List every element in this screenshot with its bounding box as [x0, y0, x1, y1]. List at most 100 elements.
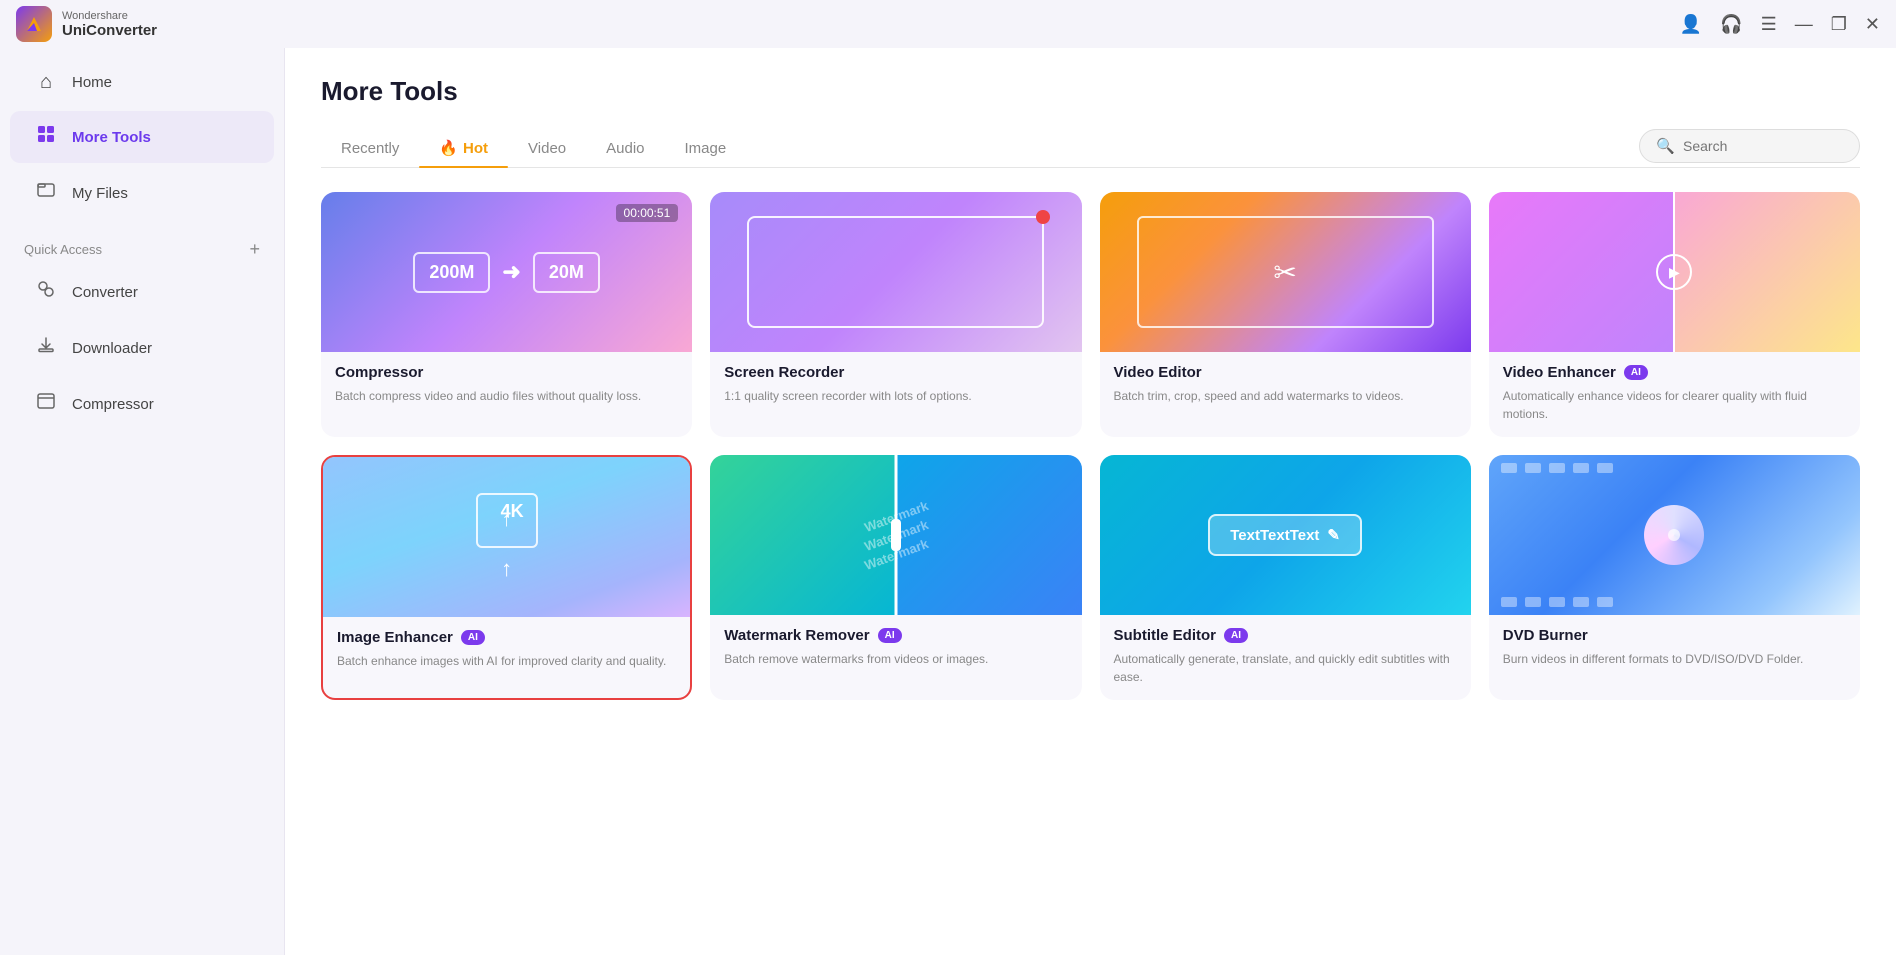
sidebar-item-downloader-label: Downloader	[72, 340, 152, 357]
compressor-icon	[34, 391, 58, 417]
sidebar-item-my-files[interactable]: My Files	[10, 167, 274, 219]
tool-card-dvd-burner[interactable]: DVD Burner Burn videos in different form…	[1489, 455, 1860, 700]
film-hole	[1573, 597, 1589, 607]
editor-visual: ✂	[1137, 216, 1434, 328]
enh-box: ↑	[476, 493, 538, 548]
film-hole	[1597, 463, 1613, 473]
enhancer-left	[1489, 192, 1675, 352]
search-bar[interactable]: 🔍	[1639, 129, 1860, 163]
tool-card-subtitle-editor[interactable]: TextTextText ✎ Subtitle Editor AI Automa…	[1100, 455, 1471, 700]
dvd-disc	[1644, 505, 1704, 565]
quick-access-label: Quick Access	[24, 242, 102, 257]
tabs-bar: Recently 🔥 Hot Video Audio Image 🔍	[321, 129, 1860, 168]
title-bar: Wondershare UniConverter 👤 🎧 ☰ — ❐ ✕	[0, 0, 1896, 48]
tool-desc-video-editor: Batch trim, crop, speed and add watermar…	[1114, 387, 1457, 405]
search-icon: 🔍	[1656, 137, 1675, 155]
play-icon: ▶	[1656, 254, 1692, 290]
tab-audio[interactable]: Audio	[586, 130, 664, 167]
subtitle-text: TextTextText	[1230, 527, 1319, 544]
film-hole	[1573, 463, 1589, 473]
sidebar-item-compressor[interactable]: Compressor	[10, 378, 274, 430]
quick-access-add-button[interactable]: +	[249, 239, 260, 260]
tool-thumb-compressor: 00:00:51 200M ➜ 20M	[321, 192, 692, 352]
tool-name-compressor: Compressor	[335, 364, 678, 381]
subtitle-visual: TextTextText ✎	[1208, 514, 1362, 556]
film-hole	[1501, 597, 1517, 607]
page-title: More Tools	[321, 76, 1860, 107]
sidebar-item-downloader[interactable]: Downloader	[10, 322, 274, 374]
comp-size-from: 200M	[413, 252, 490, 293]
arrow-up-bottom-icon: ↑	[501, 556, 512, 582]
close-button[interactable]: ✕	[1865, 14, 1880, 35]
sidebar-item-more-tools[interactable]: More Tools	[10, 111, 274, 163]
comp-arrow-icon: ➜	[502, 259, 520, 285]
tool-card-watermark-remover[interactable]: Watermark Watermark Watermark Watermark …	[710, 455, 1081, 700]
tool-info-watermark-remover: Watermark Remover AI Batch remove waterm…	[710, 615, 1081, 682]
tool-name-image-enhancer: Image Enhancer AI	[337, 629, 676, 646]
tool-thumb-screen-recorder	[710, 192, 1081, 352]
subtitle-pill: TextTextText ✎	[1208, 514, 1362, 556]
tool-card-video-enhancer[interactable]: ▶ Video Enhancer AI Automatically enhanc…	[1489, 192, 1860, 437]
tab-video[interactable]: Video	[508, 130, 586, 167]
content-area: More Tools Recently 🔥 Hot Video Audio Im…	[285, 48, 1896, 955]
more-tools-icon	[34, 124, 58, 150]
tool-info-compressor: Compressor Batch compress video and audi…	[321, 352, 692, 419]
arrow-up-icon: ↑	[502, 509, 512, 531]
tab-hot[interactable]: 🔥 Hot	[419, 129, 508, 167]
sidebar-item-home[interactable]: ⌂ Home	[10, 58, 274, 107]
support-icon-button[interactable]: 🎧	[1720, 14, 1742, 35]
tab-audio-label: Audio	[606, 140, 644, 157]
tool-card-compressor[interactable]: 00:00:51 200M ➜ 20M Compressor Batch com…	[321, 192, 692, 437]
tool-desc-dvd-burner: Burn videos in different formats to DVD/…	[1503, 650, 1846, 668]
tool-card-screen-recorder[interactable]: Screen Recorder 1:1 quality screen recor…	[710, 192, 1081, 437]
menu-icon-button[interactable]: ☰	[1761, 14, 1777, 35]
tool-thumb-dvd-burner	[1489, 455, 1860, 615]
tool-card-video-editor[interactable]: ✂ Video Editor Batch trim, crop, speed a…	[1100, 192, 1471, 437]
enhancer-visual: ▶	[1489, 192, 1860, 352]
film-holes-top	[1489, 463, 1860, 473]
sidebar-item-compressor-label: Compressor	[72, 396, 154, 413]
user-icon-button[interactable]: 👤	[1680, 14, 1702, 35]
search-input[interactable]	[1683, 138, 1843, 154]
maximize-button[interactable]: ❐	[1831, 14, 1847, 35]
sidebar-item-more-tools-label: More Tools	[72, 129, 151, 146]
downloader-icon	[34, 335, 58, 361]
sidebar-item-converter[interactable]: Converter	[10, 266, 274, 318]
tool-card-image-enhancer[interactable]: 4K ↑ ↑ Image Enhancer AI Batch enhance i…	[321, 455, 692, 700]
scissors-icon: ✂	[1273, 256, 1296, 289]
app-logo-area: Wondershare UniConverter	[16, 6, 157, 42]
comp-time: 00:00:51	[616, 204, 679, 222]
tool-thumb-video-editor: ✂	[1100, 192, 1471, 352]
tab-recently-label: Recently	[341, 140, 399, 157]
tool-desc-image-enhancer: Batch enhance images with AI for improve…	[337, 652, 676, 670]
tool-info-dvd-burner: DVD Burner Burn videos in different form…	[1489, 615, 1860, 682]
sidebar-item-converter-label: Converter	[72, 284, 138, 301]
film-hole	[1501, 463, 1517, 473]
tool-name-video-enhancer: Video Enhancer AI	[1503, 364, 1846, 381]
dvd-visual	[1489, 455, 1860, 615]
sidebar: ⌂ Home More Tools My Files	[0, 48, 285, 955]
converter-icon	[34, 279, 58, 305]
app-logo-icon	[16, 6, 52, 42]
tool-thumb-video-enhancer: ▶	[1489, 192, 1860, 352]
tool-desc-subtitle-editor: Automatically generate, translate, and q…	[1114, 650, 1457, 686]
ai-badge-image-enhancer: AI	[461, 630, 485, 645]
dvd-hole	[1668, 529, 1680, 541]
tab-recently[interactable]: Recently	[321, 130, 419, 167]
tab-image[interactable]: Image	[665, 130, 747, 167]
quick-access-section: Quick Access +	[0, 229, 284, 264]
tool-desc-compressor: Batch compress video and audio files wit…	[335, 387, 678, 405]
tab-video-label: Video	[528, 140, 566, 157]
comp-visual: 200M ➜ 20M	[413, 252, 599, 293]
tool-thumb-watermark-remover: Watermark Watermark Watermark	[710, 455, 1081, 615]
watermark-visual: Watermark Watermark Watermark	[710, 455, 1081, 615]
tool-info-screen-recorder: Screen Recorder 1:1 quality screen recor…	[710, 352, 1081, 419]
tool-name-dvd-burner: DVD Burner	[1503, 627, 1846, 644]
film-hole	[1597, 597, 1613, 607]
home-icon: ⌂	[34, 71, 58, 94]
film-hole	[1549, 597, 1565, 607]
minimize-button[interactable]: —	[1795, 14, 1813, 35]
tool-name-screen-recorder: Screen Recorder	[724, 364, 1067, 381]
tool-name-watermark-remover: Watermark Remover AI	[724, 627, 1067, 644]
film-hole	[1549, 463, 1565, 473]
